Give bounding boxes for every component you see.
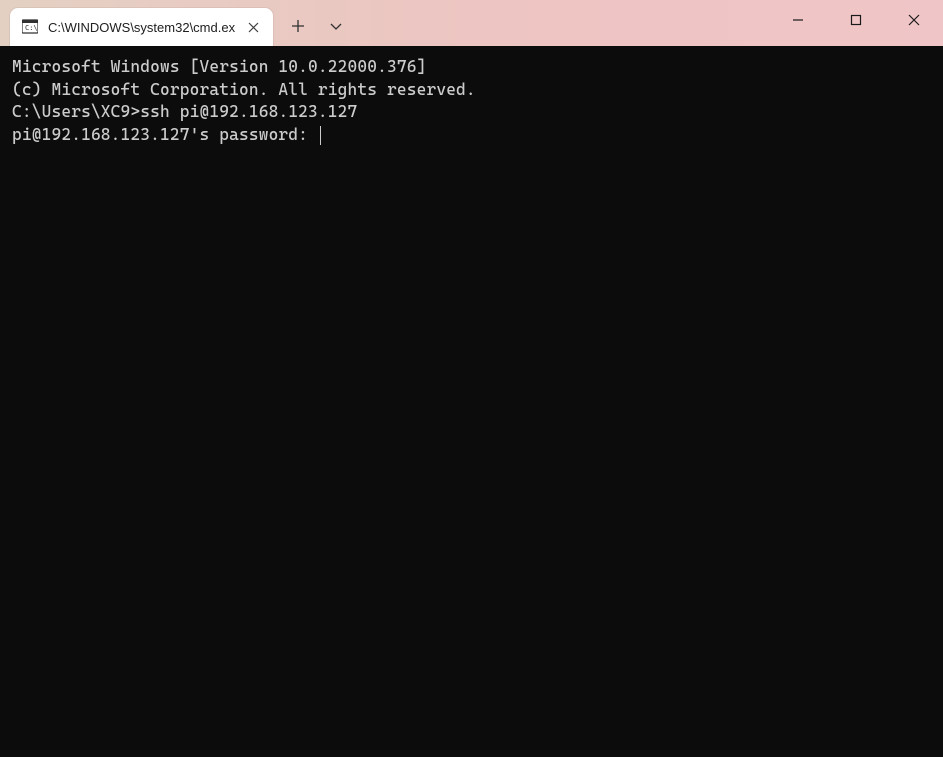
minimize-icon xyxy=(792,14,804,26)
terminal-prompt: C:\Users\XC9> xyxy=(12,101,140,124)
terminal-area[interactable]: Microsoft Windows [Version 10.0.22000.37… xyxy=(0,46,943,757)
terminal-cursor xyxy=(320,126,322,145)
tab-title: C:\WINDOWS\system32\cmd.ex xyxy=(48,20,235,35)
titlebar: C:\ C:\WINDOWS\system32\cmd.ex xyxy=(0,0,943,46)
tab-close-button[interactable] xyxy=(243,17,263,37)
terminal-command-line: C:\Users\XC9>ssh pi@192.168.123.127 xyxy=(12,101,931,124)
maximize-icon xyxy=(850,14,862,26)
active-tab[interactable]: C:\ C:\WINDOWS\system32\cmd.ex xyxy=(10,8,273,46)
maximize-button[interactable] xyxy=(827,0,885,40)
plus-icon xyxy=(292,20,304,32)
window-close-button[interactable] xyxy=(885,0,943,40)
terminal-password-prompt-line: pi@192.168.123.127's password: xyxy=(12,124,931,147)
cmd-icon: C:\ xyxy=(22,19,38,35)
window-controls xyxy=(769,0,943,40)
minimize-button[interactable] xyxy=(769,0,827,40)
terminal-output-line: Microsoft Windows [Version 10.0.22000.37… xyxy=(12,56,931,79)
chevron-down-icon xyxy=(330,20,342,32)
close-icon xyxy=(248,22,259,33)
terminal-password-prompt: pi@192.168.123.127's password: xyxy=(12,124,318,147)
terminal-output-line: (c) Microsoft Corporation. All rights re… xyxy=(12,79,931,102)
close-icon xyxy=(908,14,920,26)
terminal-command: ssh pi@192.168.123.127 xyxy=(140,101,357,124)
tab-dropdown-button[interactable] xyxy=(319,9,353,43)
tab-actions xyxy=(273,0,353,46)
svg-text:C:\: C:\ xyxy=(25,24,38,32)
new-tab-button[interactable] xyxy=(281,9,315,43)
